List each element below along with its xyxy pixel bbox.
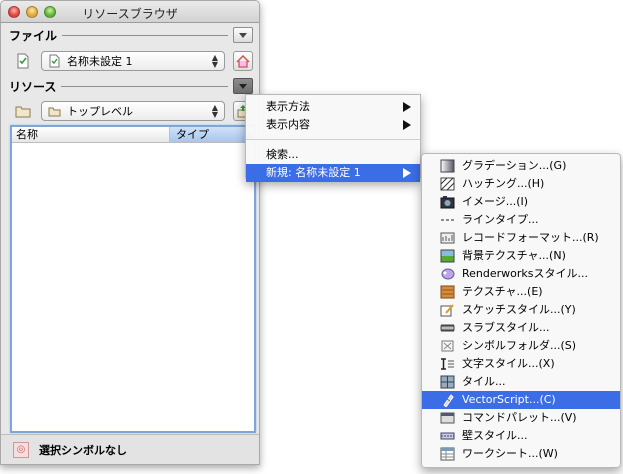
resource-section-header: リソース <box>9 78 253 94</box>
document-icon <box>17 53 29 69</box>
menu-item-record-format[interactable]: レコードフォーマット...(R) <box>422 229 620 247</box>
menu-item-sketch-style[interactable]: スケッチスタイル...(Y) <box>422 301 620 319</box>
column-header-type[interactable]: タイプ <box>170 127 254 142</box>
menu-item-label: レコードフォーマット...(R) <box>462 231 599 244</box>
menu-item-label: ラインタイプ... <box>462 213 539 226</box>
menu-item-renderworks-style[interactable]: Renderworksスタイル... <box>422 265 620 283</box>
command-palette-icon <box>440 412 455 424</box>
menu-item-text-style[interactable]: 文字スタイル...(X) <box>422 355 620 373</box>
menu-item-label: ワークシート...(W) <box>462 447 558 460</box>
divider <box>61 85 228 87</box>
menu-item-view-as[interactable]: 表示方法 <box>246 98 420 116</box>
menu-item-slab-style[interactable]: スラブスタイル... <box>422 319 620 337</box>
menu-item-background-texture[interactable]: 背景テクスチャ...(N) <box>422 247 620 265</box>
gradient-icon <box>440 159 455 173</box>
sketch-style-icon <box>440 304 454 317</box>
menu-separator <box>246 139 420 140</box>
texture-icon <box>440 285 455 299</box>
menu-item-worksheet[interactable]: ワークシート...(W) <box>422 445 620 463</box>
menu-item-label: スラブスタイル... <box>462 321 550 334</box>
home-icon <box>236 54 250 68</box>
menu-item-gradient[interactable]: グラデーション...(G) <box>422 157 620 175</box>
worksheet-icon <box>440 447 455 461</box>
image-icon <box>440 196 455 209</box>
menu-item-label: イメージ...(I) <box>462 195 529 208</box>
menu-item-symbol-folder[interactable]: シンボルフォルダ...(S) <box>422 337 620 355</box>
menu-item-command-palette[interactable]: コマンドパレット...(V) <box>422 409 620 427</box>
status-bar: ◎ 選択シンボルなし <box>1 434 259 464</box>
title-bar[interactable]: リソースブラウザ <box>1 1 259 23</box>
submenu-arrow-icon <box>403 120 411 130</box>
menu-item-label: 表示方法 <box>266 100 310 113</box>
file-popup-row: 名称未設定 1 ▲ ▼ <box>15 50 253 72</box>
wall-style-icon <box>440 432 455 440</box>
file-section-header: ファイル <box>9 27 253 43</box>
list-header: 名称 タイプ <box>12 127 254 143</box>
file-menu-button[interactable] <box>233 27 253 43</box>
menu-item-label: 検索... <box>266 148 299 161</box>
window-title: リソースブラウザ <box>82 7 178 21</box>
menu-item-label: コマンドパレット...(V) <box>462 411 577 424</box>
menu-item-label: VectorScript...(C) <box>462 393 556 406</box>
resource-section-label: リソース <box>9 79 57 94</box>
menu-item-label: 新規: 名称未設定 1 <box>266 166 361 179</box>
menu-item-label: 表示内容 <box>266 118 310 131</box>
menu-item-label: テクスチャ...(E) <box>462 285 543 298</box>
folder-icon <box>48 107 61 117</box>
folder-icon <box>15 106 31 118</box>
menu-item-new[interactable]: 新規: 名称未設定 1 <box>246 164 420 182</box>
file-select-value: 名称未設定 1 <box>67 55 133 68</box>
submenu-arrow-icon <box>403 102 411 112</box>
menu-item-label: グラデーション...(G) <box>462 159 567 172</box>
background-texture-icon <box>440 249 455 263</box>
file-select[interactable]: 名称未設定 1 ▲ ▼ <box>41 51 225 71</box>
menu-item-texture[interactable]: テクスチャ...(E) <box>422 283 620 301</box>
popup-arrows-icon: ▲ ▼ <box>211 53 218 69</box>
popup-arrows-icon: ▲ ▼ <box>211 103 218 119</box>
status-text: 選択シンボルなし <box>39 443 127 457</box>
resource-list[interactable]: 名称 タイプ <box>10 125 256 433</box>
resource-menu-button[interactable] <box>233 78 253 94</box>
linetype-icon <box>441 219 454 221</box>
menu-item-label: スケッチスタイル...(Y) <box>462 303 576 316</box>
menu-item-show-content[interactable]: 表示内容 <box>246 116 420 134</box>
menu-item-label: Renderworksスタイル... <box>462 267 589 280</box>
menu-item-linetype[interactable]: ラインタイプ... <box>422 211 620 229</box>
menu-item-label: タイル... <box>462 375 506 388</box>
menu-item-vectorscript[interactable]: VectorScript...(C) <box>422 391 620 409</box>
tile-icon <box>440 375 455 389</box>
menu-item-label: 背景テクスチャ...(N) <box>462 249 566 262</box>
resource-context-menu: 表示方法 表示内容 検索... 新規: 名称未設定 1 <box>245 94 421 182</box>
resource-browser-window: リソースブラウザ ファイル 名称未設定 1 ▲ ▼ リソース トップレベル ▲ … <box>0 0 260 465</box>
menu-item-hatch[interactable]: ハッチング...(H) <box>422 175 620 193</box>
renderworks-style-icon <box>441 268 455 280</box>
symbol-folder-icon <box>441 340 454 352</box>
menu-item-label: 文字スタイル...(X) <box>462 357 555 370</box>
menu-item-image[interactable]: イメージ...(I) <box>422 193 620 211</box>
folder-popup-row: トップレベル ▲ ▼ <box>15 100 253 122</box>
column-header-name[interactable]: 名称 <box>12 127 170 142</box>
menu-item-search[interactable]: 検索... <box>246 146 420 164</box>
menu-item-tile[interactable]: タイル... <box>422 373 620 391</box>
home-button[interactable] <box>233 51 253 71</box>
record-format-icon <box>440 232 455 244</box>
slab-style-icon <box>440 324 455 332</box>
symbol-icon: ◎ <box>13 441 29 458</box>
divider <box>62 34 228 36</box>
new-resource-submenu: グラデーション...(G) ハッチング...(H) イメージ...(I) ライン… <box>421 153 621 468</box>
submenu-arrow-icon <box>403 168 411 178</box>
hatch-icon <box>440 177 455 191</box>
menu-item-wall-style[interactable]: 壁スタイル... <box>422 427 620 445</box>
menu-item-label: ハッチング...(H) <box>462 177 545 190</box>
file-section-label: ファイル <box>9 28 58 43</box>
menu-item-label: シンボルフォルダ...(S) <box>462 339 577 352</box>
folder-select[interactable]: トップレベル ▲ ▼ <box>41 101 225 121</box>
text-style-icon <box>441 358 454 370</box>
folder-select-value: トップレベル <box>67 105 133 118</box>
vectorscript-icon <box>443 394 454 407</box>
document-icon <box>49 54 60 68</box>
menu-item-label: 壁スタイル... <box>462 429 528 442</box>
